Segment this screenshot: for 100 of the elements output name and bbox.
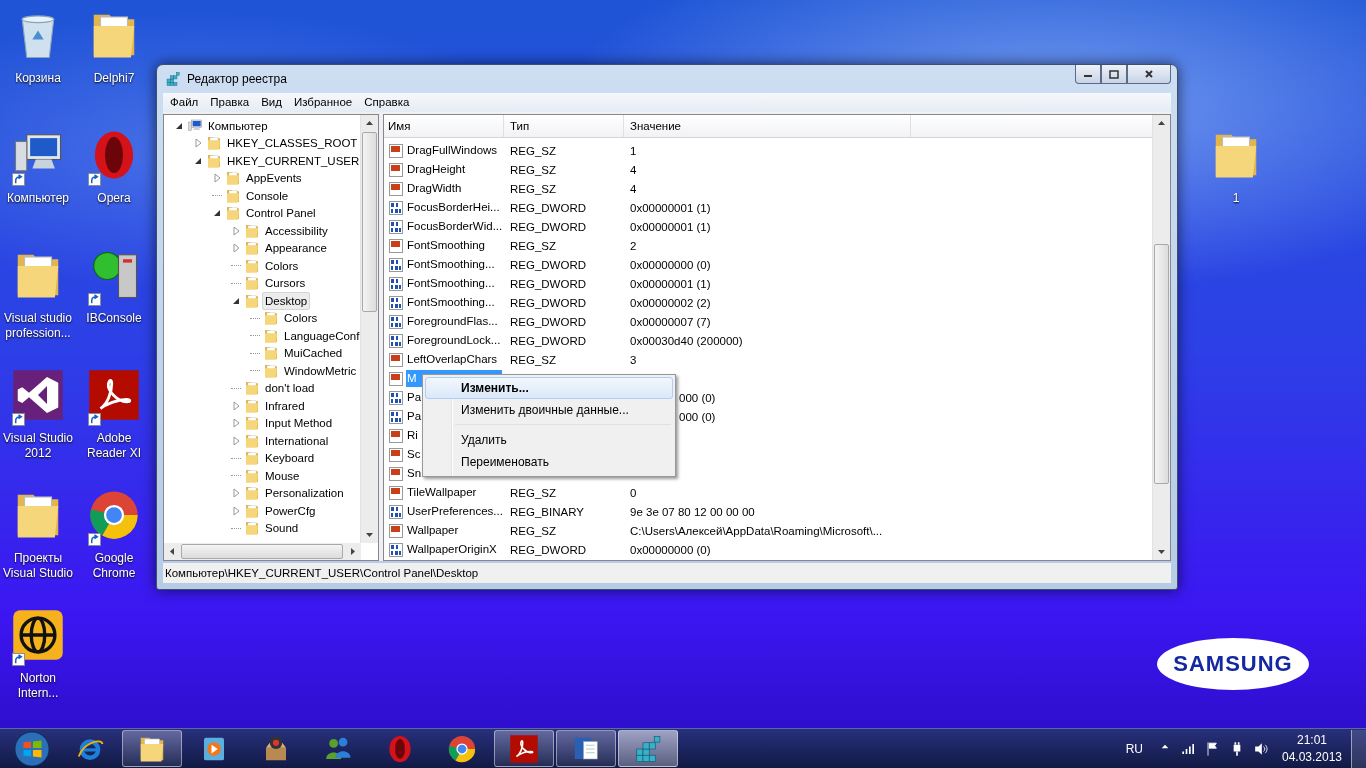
expand-arrow-icon[interactable] [212, 173, 222, 184]
folder-icon [244, 397, 260, 414]
show-desktop-button[interactable] [1351, 729, 1366, 768]
tree-item[interactable]: Colors [281, 309, 321, 328]
tree-item[interactable]: Accessibility [262, 221, 331, 240]
scrollbar-thumb[interactable] [362, 132, 377, 312]
name-cell[interactable]: Ri [406, 427, 419, 444]
icon-label[interactable]: Visual studio profession... [4, 311, 72, 341]
icon-label[interactable]: Delphi7 [93, 71, 135, 86]
expand-arrow-icon[interactable] [193, 138, 203, 149]
tree-item[interactable]: Colors [262, 256, 302, 275]
clock-time[interactable]: 21:01 [1279, 731, 1345, 749]
name-cell[interactable]: Sc [406, 446, 422, 463]
binary-value-icon [388, 503, 404, 520]
language-indicator[interactable]: RU [1121, 741, 1153, 756]
icon-label[interactable]: 1 [1232, 191, 1240, 206]
expand-arrow-icon[interactable] [231, 435, 241, 446]
menu-item[interactable]: Справка [358, 93, 416, 112]
tree-item[interactable]: Cursors [262, 274, 309, 293]
icon-label[interactable]: Opera [97, 191, 131, 206]
expand-arrow-icon[interactable] [231, 225, 241, 236]
name-cell[interactable]: ForegroundLock... [406, 332, 502, 349]
tree-item[interactable]: Appearance [262, 239, 331, 258]
tree-item[interactable]: LanguageConf [281, 326, 360, 345]
binary-value-icon [388, 256, 404, 273]
tree-item[interactable]: HKEY_CLASSES_ROOT [224, 134, 360, 153]
tree-item[interactable]: Infrared [262, 396, 308, 415]
maximize-button[interactable] [1101, 65, 1127, 84]
name-cell[interactable]: DragHeight [406, 161, 467, 178]
expand-arrow-icon[interactable] [231, 418, 241, 429]
minimize-button[interactable] [1075, 65, 1101, 84]
tree-item[interactable]: Input Method [262, 414, 336, 433]
name-cell[interactable]: FocusBorderHei... [406, 199, 501, 216]
tree-item[interactable]: PowerCfg [262, 501, 319, 520]
name-cell[interactable]: Sn [406, 465, 423, 482]
value-cell: C:\Users\Алексей\AppData\Roaming\Microsoft\... [630, 524, 883, 537]
scrollbar[interactable] [164, 543, 361, 560]
tree-item[interactable]: Console [243, 186, 292, 205]
tree-item[interactable]: Компьютер [205, 116, 271, 135]
menu-item[interactable]: Правка [204, 93, 256, 112]
name-cell[interactable]: LeftOverlapChars [406, 351, 499, 368]
menu-item[interactable]: Файл [164, 93, 205, 112]
name-cell[interactable]: FontSmoothing... [406, 275, 496, 292]
tree-item[interactable]: International [262, 431, 332, 450]
tree-item[interactable]: don't load [262, 379, 318, 398]
name-cell[interactable]: WallpaperOriginX [406, 541, 498, 558]
name-cell[interactable]: TileWallpaper [406, 484, 478, 501]
clock-date[interactable]: 04.03.2013 [1279, 748, 1345, 766]
menu-item[interactable]: Вид [255, 93, 288, 112]
menu-item[interactable]: Изменить... [425, 377, 673, 399]
icon-label[interactable]: Norton Intern... [17, 671, 59, 701]
icon-label[interactable]: Компьютер [6, 191, 70, 206]
icon-label[interactable]: Visual Studio 2012 [3, 431, 73, 461]
name-cell[interactable]: FontSmoothing [406, 237, 486, 254]
collapse-arrow-icon[interactable] [212, 208, 222, 219]
name-cell[interactable]: DragFullWindows [406, 142, 499, 159]
name-cell[interactable]: FocusBorderWid... [406, 218, 504, 235]
name-cell[interactable]: FontSmoothing... [406, 256, 496, 273]
menu-item[interactable]: Переименовать [425, 451, 673, 473]
icon-label[interactable]: Adobe Reader XI [87, 431, 141, 461]
name-cell[interactable]: ForegroundFlas... [406, 313, 499, 330]
name-cell[interactable]: Pa [406, 389, 423, 406]
taskbar-button[interactable] [122, 730, 182, 767]
tree-item[interactable]: WindowMetric [281, 361, 360, 380]
scrollbar[interactable] [1152, 115, 1170, 560]
menu-item[interactable]: Изменить двоичные данные... [425, 399, 673, 421]
tree-item[interactable]: MuiCached [281, 344, 346, 363]
tree-item[interactable]: HKEY_CURRENT_USER [224, 151, 360, 170]
scrollbar[interactable] [360, 115, 378, 543]
tree-item[interactable]: Keyboard [262, 449, 318, 468]
taskbar-button[interactable] [556, 730, 616, 767]
icon-label[interactable]: Корзина [15, 71, 61, 86]
expand-arrow-icon[interactable] [231, 243, 241, 254]
expand-arrow-icon[interactable] [231, 400, 241, 411]
tree-item[interactable]: Mouse [262, 466, 303, 485]
column-header[interactable]: Значение [624, 115, 911, 137]
name-cell[interactable]: UserPreferences... [406, 503, 504, 520]
expand-arrow-icon[interactable] [231, 488, 241, 499]
name-cell[interactable]: Wallpaper [406, 522, 460, 539]
name-cell[interactable]: Pa [406, 408, 423, 425]
expand-arrow-icon[interactable] [231, 505, 241, 516]
tree-item[interactable]: Desktop [262, 291, 311, 310]
menu-item[interactable]: Избранное [287, 93, 359, 112]
column-header[interactable]: Имя [384, 115, 504, 137]
close-button[interactable] [1127, 65, 1171, 84]
icon-label[interactable]: IBConsole [86, 311, 142, 326]
name-cell[interactable]: DragWidth [406, 180, 463, 197]
menu-item[interactable]: Удалить [425, 429, 673, 451]
name-cell[interactable]: FontSmoothing... [406, 294, 496, 311]
tree-item[interactable]: Personalization [262, 484, 347, 503]
scrollbar-thumb[interactable] [181, 544, 343, 559]
column-header[interactable]: Тип [504, 115, 624, 137]
tree-item[interactable]: Sound [262, 519, 302, 538]
tree-item[interactable]: Control Panel [243, 204, 319, 223]
tree-item[interactable]: AppEvents [243, 169, 305, 188]
type-cell: REG_SZ [510, 144, 556, 157]
icon-label[interactable]: Проекты Visual Studio [3, 551, 73, 581]
scrollbar-thumb[interactable] [1154, 244, 1169, 484]
taskbar-button[interactable] [494, 730, 554, 767]
icon-label[interactable]: Google Chrome [92, 551, 136, 581]
